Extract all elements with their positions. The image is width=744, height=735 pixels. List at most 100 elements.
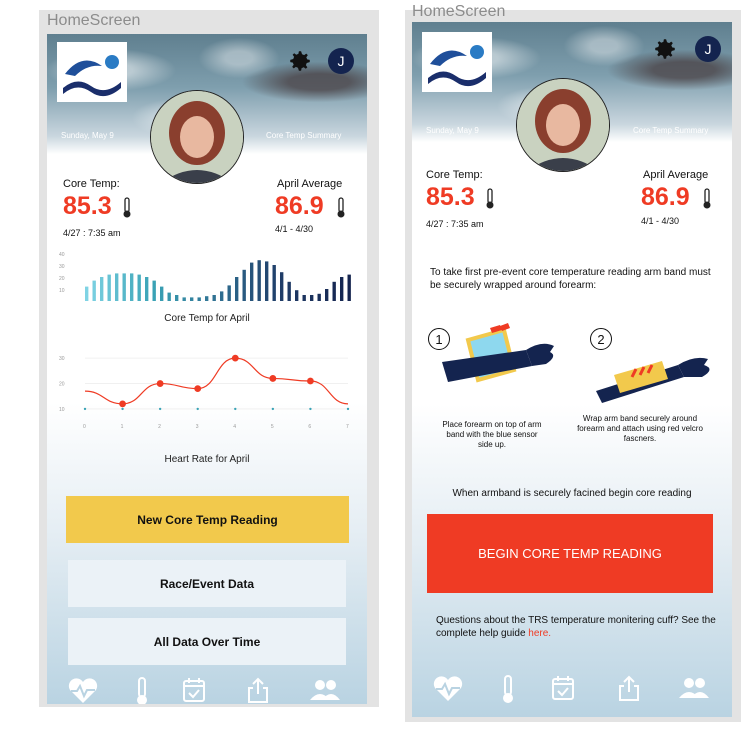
home-screen-setup: J Sunday, May 9 Core Temp Summary Core T… bbox=[412, 22, 732, 717]
bar-chart-bar bbox=[347, 274, 351, 301]
line-chart-y-tick: 10 bbox=[59, 407, 65, 413]
bar-chart-bar bbox=[295, 290, 299, 301]
bar-chart-bar bbox=[197, 297, 201, 301]
core-temp-timestamp: 4/27 : 7:35 am bbox=[426, 219, 484, 229]
people-icon[interactable] bbox=[309, 679, 341, 701]
heart-icon[interactable] bbox=[432, 676, 464, 702]
settings-gear-icon[interactable] bbox=[652, 36, 678, 62]
calendar-icon[interactable] bbox=[182, 676, 206, 704]
april-average-range: 4/1 - 4/30 bbox=[275, 224, 314, 234]
bar-chart-bar bbox=[302, 295, 306, 301]
line-chart-point bbox=[194, 385, 202, 393]
bar-chart-bar bbox=[182, 297, 186, 301]
line-chart-point bbox=[307, 377, 314, 385]
armband-step-1-illustration bbox=[442, 323, 554, 383]
frame-label: HomeScreen bbox=[47, 12, 141, 29]
bar-chart-bar bbox=[130, 273, 134, 301]
bar-chart-bar bbox=[265, 261, 269, 301]
help-text: Questions about the TRS temperature moni… bbox=[436, 614, 716, 640]
ready-text: When armband is securely facined begin c… bbox=[452, 488, 692, 499]
bar-chart-bar bbox=[92, 280, 96, 301]
bar-chart-bar bbox=[317, 293, 321, 301]
thermometer-icon[interactable] bbox=[134, 676, 150, 704]
bottom-tab-bar bbox=[412, 672, 732, 712]
line-chart-axis-dot bbox=[346, 407, 350, 411]
bar-chart-bar bbox=[235, 277, 239, 301]
line-chart-x-tick: 3 bbox=[196, 424, 199, 430]
bar-chart-bar bbox=[242, 269, 246, 301]
thermometer-icon bbox=[703, 188, 711, 209]
line-chart-point bbox=[156, 380, 164, 387]
bar-chart-bar bbox=[227, 285, 231, 301]
line-chart-axis-dot bbox=[196, 407, 199, 411]
summary-label: Core Temp Summary bbox=[266, 131, 342, 140]
line-chart-y-tick: 30 bbox=[59, 356, 65, 362]
help-guide-link[interactable]: here. bbox=[528, 628, 551, 639]
april-average-label: April Average bbox=[277, 178, 343, 190]
user-avatar[interactable]: J bbox=[328, 48, 354, 74]
april-average-label: April Average bbox=[643, 169, 709, 181]
april-average-value: 86.9 bbox=[641, 183, 690, 211]
new-core-temp-reading-button[interactable]: New Core Temp Reading bbox=[66, 496, 349, 543]
all-data-over-time-button[interactable]: All Data Over Time bbox=[68, 618, 346, 665]
line-chart-title: Heart Rate for April bbox=[164, 454, 250, 465]
date-label: Sunday, May 9 bbox=[61, 131, 114, 140]
calendar-icon[interactable] bbox=[551, 674, 575, 702]
bar-chart-bar bbox=[250, 262, 254, 301]
core-temp-value: 85.3 bbox=[426, 183, 475, 211]
date-label: Sunday, May 9 bbox=[426, 126, 479, 135]
bar-chart-bar bbox=[272, 265, 276, 301]
line-chart-point bbox=[119, 400, 126, 408]
line-chart-x-tick: 4 bbox=[233, 424, 236, 430]
core-temp-value: 85.3 bbox=[63, 192, 112, 220]
bar-chart-bar bbox=[325, 289, 329, 301]
core-temp-label: Core Temp: bbox=[63, 178, 120, 190]
bar-chart-bar bbox=[190, 297, 194, 301]
thermometer-icon bbox=[486, 188, 494, 209]
line-chart-axis-dot bbox=[309, 407, 312, 411]
people-icon[interactable] bbox=[678, 677, 710, 699]
help-text-body: Questions about the TRS temperature moni… bbox=[436, 615, 716, 639]
share-icon[interactable] bbox=[617, 674, 641, 702]
bar-chart-bar bbox=[145, 277, 149, 301]
settings-gear-icon[interactable] bbox=[287, 48, 313, 74]
step-2-caption: Wrap arm band securely around forearm an… bbox=[577, 414, 703, 443]
bar-chart-bar bbox=[100, 277, 104, 301]
profile-photo[interactable] bbox=[150, 90, 244, 184]
app-logo bbox=[57, 42, 127, 102]
heart-icon[interactable] bbox=[67, 678, 99, 704]
heart-rate-line-chart: 30 20 10 0 1 2 3 4 5 6 7 bbox=[59, 354, 350, 430]
bar-chart-bar bbox=[167, 292, 171, 301]
bar-chart-y-tick: 30 bbox=[59, 264, 65, 270]
race-event-data-button[interactable]: Race/Event Data bbox=[68, 560, 346, 607]
frame-label: HomeScreen bbox=[412, 3, 506, 20]
line-chart-y-tick: 20 bbox=[59, 382, 65, 388]
line-chart-point bbox=[231, 354, 239, 362]
bar-chart-bar bbox=[205, 296, 209, 301]
home-screen: J Sunday, May 9 Core Temp Summary Core T… bbox=[47, 34, 367, 704]
bar-chart-bar bbox=[115, 273, 119, 301]
bar-chart-bar bbox=[175, 295, 179, 301]
bar-chart-bar bbox=[160, 286, 164, 301]
profile-photo[interactable] bbox=[516, 78, 610, 172]
share-icon[interactable] bbox=[246, 676, 270, 704]
thermometer-icon bbox=[123, 197, 131, 218]
bar-chart-bar bbox=[152, 280, 156, 301]
bar-chart-y-tick: 40 bbox=[59, 252, 65, 258]
step-1-caption: Place forearm on top of arm band with th… bbox=[442, 420, 542, 449]
line-chart-x-tick: 0 bbox=[83, 424, 86, 430]
app-logo bbox=[422, 32, 492, 92]
bar-chart-y-tick: 10 bbox=[59, 288, 65, 294]
thermometer-icon[interactable] bbox=[500, 674, 516, 704]
user-avatar[interactable]: J bbox=[695, 36, 721, 62]
summary-label: Core Temp Summary bbox=[633, 126, 709, 135]
bar-chart-title: Core Temp for April bbox=[164, 313, 250, 324]
begin-core-temp-reading-button[interactable]: BEGIN CORE TEMP READING bbox=[427, 514, 713, 593]
bar-chart-bar bbox=[137, 274, 141, 301]
bar-chart-bar bbox=[280, 272, 284, 301]
core-temp-bar-chart: 40 30 20 10 bbox=[59, 252, 351, 301]
line-chart-x-tick: 6 bbox=[308, 424, 311, 430]
line-chart-point bbox=[269, 375, 277, 382]
bar-chart-bar bbox=[257, 260, 261, 301]
bar-chart-bar bbox=[107, 274, 111, 301]
